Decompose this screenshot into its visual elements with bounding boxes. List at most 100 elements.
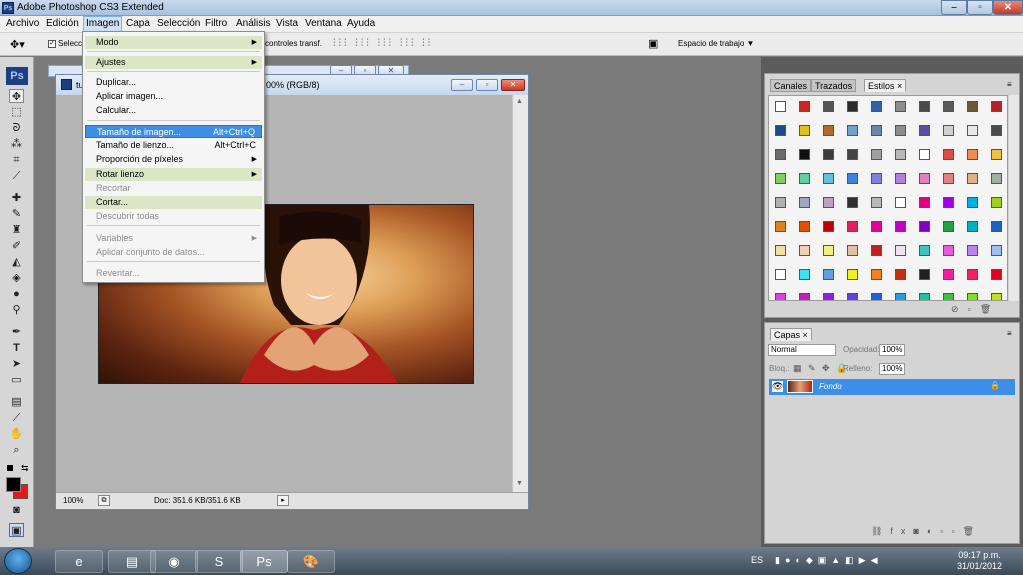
auto-select-checkbox[interactable]: ✓ bbox=[48, 40, 56, 48]
style-swatch[interactable] bbox=[919, 149, 930, 160]
fill-input[interactable]: 100% bbox=[879, 363, 905, 375]
style-swatch[interactable] bbox=[847, 197, 858, 208]
style-swatch[interactable] bbox=[943, 125, 954, 136]
style-swatch[interactable] bbox=[775, 149, 786, 160]
style-swatch[interactable] bbox=[823, 293, 834, 300]
menu-item-duplicar[interactable]: Duplicar... bbox=[85, 76, 262, 89]
style-swatch[interactable] bbox=[967, 149, 978, 160]
minimize-button[interactable]: – bbox=[941, 0, 967, 15]
paint-taskbar-icon[interactable]: 🎨 bbox=[287, 550, 335, 573]
quick-mask-icon[interactable]: ◙ bbox=[9, 503, 24, 517]
style-swatch[interactable] bbox=[799, 101, 810, 112]
style-swatch[interactable] bbox=[871, 197, 882, 208]
style-swatch[interactable] bbox=[775, 101, 786, 112]
menu-item-ajustes[interactable]: Ajustes ▶ bbox=[85, 56, 262, 69]
history-brush-icon[interactable]: ✐ bbox=[9, 239, 24, 253]
crop-tool-icon[interactable]: ⌗ bbox=[9, 153, 24, 167]
style-swatch[interactable] bbox=[775, 173, 786, 184]
style-swatch[interactable] bbox=[847, 245, 858, 256]
style-swatch[interactable] bbox=[823, 149, 834, 160]
style-swatch[interactable] bbox=[967, 221, 978, 232]
menu-archivo[interactable]: Archivo bbox=[4, 18, 41, 29]
style-swatch[interactable] bbox=[823, 269, 834, 280]
style-swatch[interactable] bbox=[775, 197, 786, 208]
style-swatch[interactable] bbox=[799, 293, 810, 300]
style-swatch[interactable] bbox=[823, 197, 834, 208]
dodge-tool-icon[interactable]: ⚲ bbox=[9, 303, 24, 317]
menu-analisis[interactable]: Análisis bbox=[234, 18, 272, 29]
move-tool-icon[interactable]: ✥▾ bbox=[10, 38, 25, 51]
zoom-tool-icon[interactable]: ⌕ bbox=[9, 443, 24, 457]
paint-bucket-icon[interactable]: ◈ bbox=[9, 271, 24, 285]
style-swatch[interactable] bbox=[991, 125, 1002, 136]
menu-vista[interactable]: Vista bbox=[274, 18, 300, 29]
style-swatch[interactable] bbox=[895, 101, 906, 112]
style-swatch[interactable] bbox=[823, 221, 834, 232]
style-swatch[interactable] bbox=[799, 149, 810, 160]
style-swatch[interactable] bbox=[919, 269, 930, 280]
style-swatch[interactable] bbox=[919, 221, 930, 232]
eraser-tool-icon[interactable]: ◭ bbox=[9, 255, 24, 269]
default-colors-icon[interactable] bbox=[7, 465, 13, 471]
style-swatch[interactable] bbox=[895, 149, 906, 160]
style-swatch[interactable] bbox=[871, 173, 882, 184]
shape-tool-icon[interactable]: ▭ bbox=[9, 373, 24, 387]
style-swatch[interactable] bbox=[967, 245, 978, 256]
slice-tool-icon[interactable]: ⟋ bbox=[9, 169, 24, 183]
brush-tool-icon[interactable]: ✎ bbox=[9, 207, 24, 221]
layer-name[interactable]: Fondo bbox=[819, 382, 842, 391]
skype-taskbar-icon[interactable]: S bbox=[195, 550, 243, 573]
style-swatch[interactable] bbox=[799, 269, 810, 280]
style-swatch[interactable] bbox=[967, 269, 978, 280]
style-swatch[interactable] bbox=[823, 125, 834, 136]
clock[interactable]: 09:17 p.m. 31/01/2012 bbox=[957, 550, 1002, 572]
style-swatch[interactable] bbox=[775, 269, 786, 280]
style-swatch[interactable] bbox=[991, 269, 1002, 280]
style-swatch[interactable] bbox=[871, 125, 882, 136]
style-swatch[interactable] bbox=[967, 101, 978, 112]
layer-row-fondo[interactable]: 👁 Fondo 🔒 bbox=[769, 379, 1015, 395]
style-swatch[interactable] bbox=[799, 173, 810, 184]
style-swatch[interactable] bbox=[775, 125, 786, 136]
style-swatch[interactable] bbox=[871, 245, 882, 256]
type-tool-icon[interactable]: T bbox=[9, 341, 24, 355]
style-swatch[interactable] bbox=[823, 101, 834, 112]
tab-canales[interactable]: Canales bbox=[770, 79, 812, 92]
style-swatch[interactable] bbox=[919, 245, 930, 256]
foreground-color-swatch[interactable] bbox=[6, 477, 21, 492]
document-vertical-scrollbar[interactable]: ▲ ▼ bbox=[512, 95, 528, 492]
menu-item-aplicar-imagen[interactable]: Aplicar imagen... bbox=[85, 90, 262, 103]
explorer-taskbar-icon[interactable]: ▤ bbox=[108, 550, 156, 573]
menu-ayuda[interactable]: Ayuda bbox=[345, 18, 377, 29]
notes-tool-icon[interactable]: ▤ bbox=[9, 395, 24, 409]
clone-stamp-icon[interactable]: ♜ bbox=[9, 223, 24, 237]
lock-icons[interactable]: ▦ ✎ ✥ 🔒 bbox=[793, 363, 849, 374]
style-swatch[interactable] bbox=[967, 197, 978, 208]
start-button[interactable] bbox=[4, 548, 32, 574]
style-swatch[interactable] bbox=[943, 245, 954, 256]
menu-ventana[interactable]: Ventana bbox=[303, 18, 344, 29]
menu-item-rotar-lienzo[interactable]: Rotar lienzo ▶ bbox=[85, 168, 262, 181]
lasso-tool-icon[interactable]: ᘐ bbox=[9, 121, 24, 135]
style-swatch[interactable] bbox=[943, 173, 954, 184]
panel-menu-icon[interactable]: ≡ bbox=[1007, 80, 1012, 89]
language-indicator[interactable]: ES bbox=[751, 555, 763, 565]
move-tool-icon[interactable]: ✥ bbox=[9, 89, 24, 103]
style-swatch[interactable] bbox=[991, 173, 1002, 184]
style-swatch[interactable] bbox=[943, 101, 954, 112]
style-swatch[interactable] bbox=[991, 221, 1002, 232]
pen-tool-icon[interactable]: ✒ bbox=[9, 325, 24, 339]
menu-item-proporción-de-píxeles[interactable]: Proporción de píxeles ▶ bbox=[85, 153, 262, 166]
style-swatch[interactable] bbox=[775, 245, 786, 256]
visibility-eye-icon[interactable]: 👁 bbox=[772, 381, 783, 392]
photoshop-taskbar-icon[interactable]: Ps bbox=[240, 550, 288, 573]
scroll-down-icon[interactable]: ▼ bbox=[516, 480, 523, 487]
style-swatch[interactable] bbox=[991, 101, 1002, 112]
style-swatch[interactable] bbox=[919, 173, 930, 184]
style-swatch[interactable] bbox=[943, 269, 954, 280]
maximize-button[interactable]: ▫ bbox=[967, 0, 993, 15]
style-swatch[interactable] bbox=[871, 293, 882, 300]
menu-item-cortar[interactable]: Cortar... bbox=[85, 196, 262, 209]
tab-estilos[interactable]: Estilos × bbox=[864, 79, 907, 92]
style-swatch[interactable] bbox=[799, 245, 810, 256]
